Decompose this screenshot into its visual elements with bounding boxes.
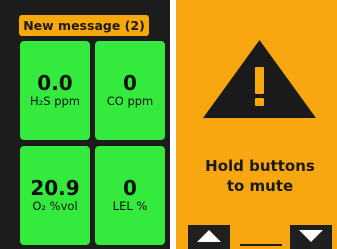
lel-unit: LEL % bbox=[112, 199, 148, 213]
o2-reading-tile: 20.9 O₂ %vol bbox=[19, 145, 91, 246]
alert-panel bbox=[176, 0, 337, 249]
o2-unit: O₂ %vol bbox=[32, 199, 78, 213]
h2s-value: 0.0 bbox=[37, 71, 73, 95]
banner-text: New message (2) bbox=[23, 18, 145, 33]
mute-instruction: Hold buttons to mute bbox=[186, 156, 334, 196]
gas-detector-screen: New message (2) 0.0 H₂S ppm 0 CO ppm 20.… bbox=[0, 0, 337, 249]
h2s-reading-tile: 0.0 H₂S ppm bbox=[19, 40, 91, 141]
up-button[interactable] bbox=[188, 225, 230, 249]
triangle-down-icon bbox=[299, 230, 323, 242]
co-unit: CO ppm bbox=[106, 94, 154, 108]
button-divider bbox=[240, 244, 282, 246]
o2-value: 20.9 bbox=[30, 176, 80, 200]
lel-reading-tile: 0 LEL % bbox=[94, 145, 166, 246]
new-message-banner[interactable]: New message (2) bbox=[19, 15, 149, 36]
co-reading-tile: 0 CO ppm bbox=[94, 40, 166, 141]
co-value: 0 bbox=[123, 71, 137, 95]
mute-instruction-line2: to mute bbox=[226, 177, 294, 195]
mute-instruction-line1: Hold buttons bbox=[205, 157, 315, 175]
readings-panel: New message (2) 0.0 H₂S ppm 0 CO ppm 20.… bbox=[0, 0, 170, 249]
down-button[interactable] bbox=[290, 225, 332, 249]
lel-value: 0 bbox=[123, 176, 137, 200]
h2s-unit: H₂S ppm bbox=[29, 94, 80, 108]
warning-triangle-icon bbox=[203, 40, 316, 118]
triangle-up-icon bbox=[197, 230, 221, 242]
